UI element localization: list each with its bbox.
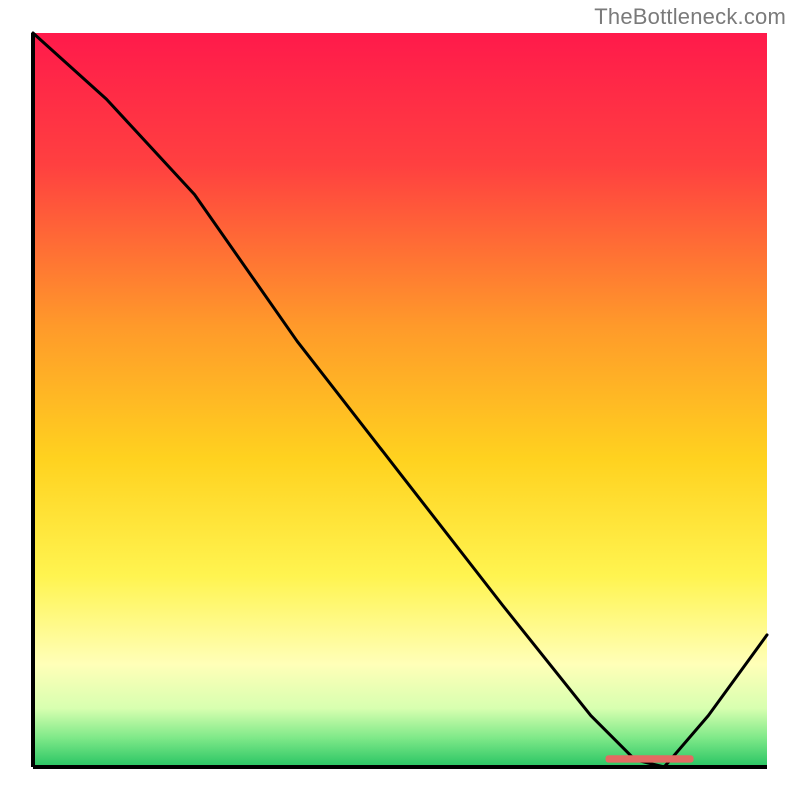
optimal-range-marker <box>606 755 694 762</box>
chart-container: TheBottleneck.com <box>0 0 800 800</box>
bottleneck-chart <box>0 0 800 800</box>
plot-background <box>33 33 767 767</box>
